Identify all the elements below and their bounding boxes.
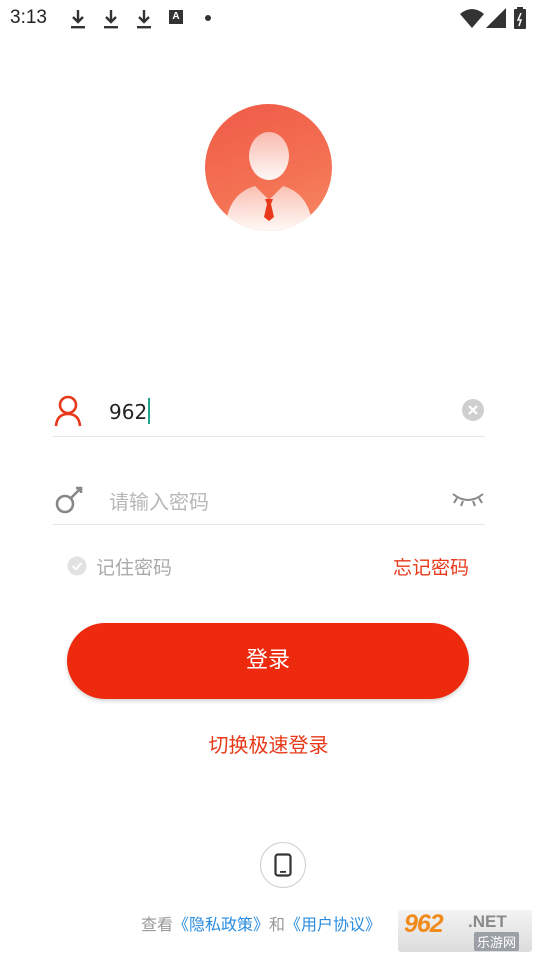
battery-icon xyxy=(514,7,526,29)
switch-fast-login-link[interactable]: 切换极速登录 xyxy=(0,729,537,758)
agreement-text: 查看《隐私政策》和《用户协议》 xyxy=(141,911,381,935)
remember-label[interactable]: 记住密码 xyxy=(96,553,172,580)
dot-icon xyxy=(205,15,211,21)
key-icon xyxy=(55,486,83,514)
eye-closed-icon[interactable] xyxy=(451,488,485,508)
user-icon xyxy=(54,395,82,427)
password-input[interactable]: 请输入密码 xyxy=(109,486,439,515)
text-caret xyxy=(148,398,151,424)
signal-icon xyxy=(486,8,506,28)
status-bar: 3:13 A xyxy=(0,0,537,36)
watermark-logo: 962 .NET 乐游网 xyxy=(398,910,532,952)
watermark-main: 962 xyxy=(404,910,444,938)
phone-icon xyxy=(274,853,292,877)
watermark-cn: 乐游网 xyxy=(474,932,520,951)
watermark-suffix: .NET xyxy=(468,912,507,931)
a-letter-icon: A xyxy=(169,10,183,24)
wifi-icon xyxy=(460,9,484,28)
user-agreement-link[interactable]: 《用户协议》 xyxy=(285,915,381,934)
password-field[interactable]: 请输入密码 xyxy=(53,474,485,525)
login-button[interactable]: 登录 xyxy=(67,623,469,699)
download-icon xyxy=(104,10,118,29)
clear-icon[interactable] xyxy=(461,398,485,422)
remember-checkbox[interactable] xyxy=(67,556,87,576)
download-icon xyxy=(71,10,85,29)
username-input[interactable]: 962 xyxy=(109,398,439,424)
privacy-policy-link[interactable]: 《隐私政策》 xyxy=(173,915,269,934)
agreement-prefix: 查看 xyxy=(141,915,174,934)
avatar xyxy=(205,104,332,231)
remember-row: 记住密码 忘记密码 xyxy=(67,553,469,581)
download-icon xyxy=(137,10,151,29)
forgot-password-link[interactable]: 忘记密码 xyxy=(393,553,469,580)
agreement-and: 和 xyxy=(269,915,286,934)
password-placeholder: 请输入密码 xyxy=(109,490,209,514)
person-avatar-icon xyxy=(225,132,313,231)
username-field[interactable]: 962 xyxy=(53,386,485,437)
status-time: 3:13 xyxy=(10,7,47,28)
phone-login-button[interactable] xyxy=(260,842,306,888)
